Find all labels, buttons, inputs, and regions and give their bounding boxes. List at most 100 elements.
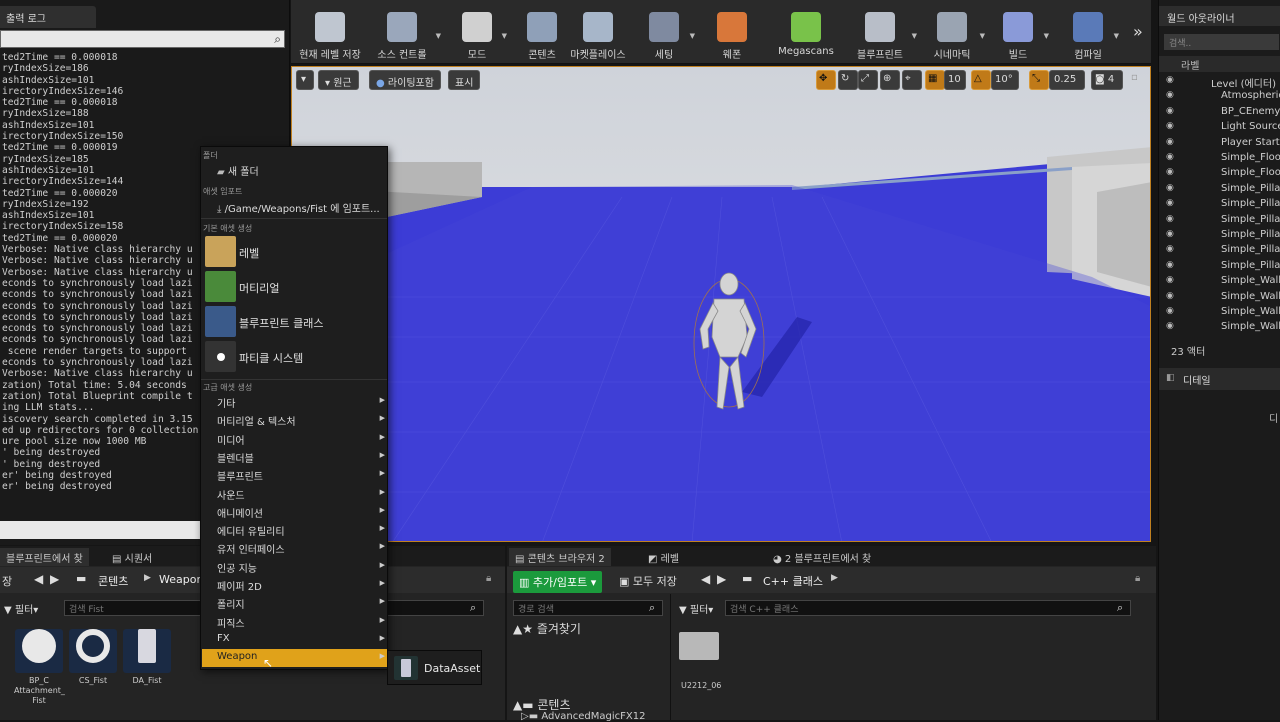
console-command-input[interactable] — [0, 521, 205, 539]
visibility-eye-icon[interactable]: ◉ — [1166, 275, 1174, 285]
scale-snap-icon[interactable]: ⤡ — [1029, 70, 1049, 90]
visibility-eye-icon[interactable]: ◉ — [1166, 214, 1174, 224]
translate-tool-icon[interactable]: ✥ — [816, 70, 836, 90]
advanced-asset-item[interactable]: 에디터 유틸리티 ▶ — [202, 521, 387, 539]
toolbar-settings-button[interactable]: 세팅 ▼ — [637, 8, 695, 61]
toolbar-marketplace-button[interactable]: 마켓플레이스 — [563, 8, 633, 61]
lock-icon[interactable]: 🔒︎ — [486, 573, 491, 584]
visibility-eye-icon[interactable]: ◉ — [1166, 260, 1174, 270]
visibility-eye-icon[interactable]: ◉ — [1166, 167, 1174, 177]
outliner-label-column[interactable]: 라벨 — [1159, 56, 1280, 72]
rotate-tool-icon[interactable]: ↻ — [838, 70, 858, 90]
content-tree-child[interactable]: ▷▬ AdvancedMagicFX12 — [521, 711, 645, 722]
details-tab[interactable]: 디테일 — [1159, 368, 1280, 390]
cb2-path-cpp[interactable]: C++ 클래스 — [763, 573, 823, 589]
asset-tile[interactable]: DA_Fist — [122, 624, 172, 686]
basic-asset-item[interactable]: 파티클 시스템 — [202, 340, 387, 374]
toolbar-cinematics-button[interactable]: 시네마틱 ▼ — [923, 8, 985, 61]
visibility-eye-icon[interactable]: ◉ — [1166, 244, 1174, 254]
toolbar-modes-button[interactable]: 모드 ▼ — [451, 8, 507, 61]
advanced-asset-item[interactable]: 머티리얼 & 텍스처 ▶ — [202, 411, 387, 429]
outliner-row[interactable]: ◉ BP_CEnemy — [1159, 105, 1280, 120]
advanced-asset-item[interactable]: 블렌더블 ▶ — [202, 448, 387, 466]
scale-tool-icon[interactable]: ⤢ — [858, 70, 878, 90]
visibility-eye-icon[interactable]: ◉ — [1166, 137, 1174, 147]
save-label[interactable]: 장 — [2, 573, 12, 589]
outliner-row[interactable]: ◉ Simple_Pillar — [1159, 182, 1280, 197]
outliner-row[interactable]: ◉ Simple_Pillar — [1159, 259, 1280, 274]
basic-asset-item[interactable]: 머티리얼 — [202, 270, 387, 304]
new-folder-item[interactable]: ▰ 새 폴더 — [202, 161, 387, 179]
basic-asset-item[interactable]: 블루프린트 클래스 — [202, 305, 387, 339]
favorites-header[interactable]: ▲★ 즐겨찾기 — [513, 620, 581, 637]
grid-snap-icon[interactable]: ▦ — [925, 70, 945, 90]
advanced-asset-item[interactable]: 블루프린트 ▶ — [202, 466, 387, 484]
outliner-row[interactable]: ◉ Player Start — [1159, 136, 1280, 151]
visibility-eye-icon[interactable]: ◉ — [1166, 106, 1174, 116]
advanced-asset-item[interactable]: 사운드 ▶ — [202, 485, 387, 503]
outliner-row[interactable]: ◉ Simple_Pillar — [1159, 197, 1280, 212]
visibility-eye-icon[interactable]: ◉ — [1166, 121, 1174, 131]
asset-tile[interactable]: CS_Fist — [68, 624, 118, 686]
outliner-search-input[interactable]: 검색.. — [1164, 34, 1279, 50]
outliner-row[interactable]: ◉ Simple_Wall_ — [1159, 305, 1280, 320]
dropdown-arrow-icon[interactable]: ▼ — [1044, 32, 1049, 40]
path-search-input[interactable]: 경로 검색 — [513, 600, 663, 616]
dropdown-arrow-icon[interactable]: ▼ — [1114, 32, 1119, 40]
camera-speed-button[interactable]: ◙ 4 — [1091, 70, 1123, 90]
toolbar-content-button[interactable]: 콘텐츠 — [519, 8, 565, 61]
forward-arrow-icon[interactable]: ▶ — [50, 572, 59, 586]
dropdown-arrow-icon[interactable]: ▼ — [690, 32, 695, 40]
viewport-options-button[interactable]: ▾ — [296, 70, 314, 90]
advanced-asset-item[interactable]: 애니메이션 ▶ — [202, 503, 387, 521]
advanced-asset-item[interactable]: 폴리지 ▶ — [202, 594, 387, 612]
outliner-row[interactable]: ◉ Simple_Floor — [1159, 166, 1280, 181]
basic-asset-item[interactable]: 레벨 — [202, 235, 387, 269]
world-outliner-tab[interactable]: 월드 아웃라이너 — [1159, 6, 1280, 26]
outliner-row[interactable]: ◉ Simple_Pillar — [1159, 243, 1280, 258]
save-all-button[interactable]: ▣ 모두 저장 — [619, 573, 677, 589]
advanced-asset-item[interactable]: 인공 지능 ▶ — [202, 558, 387, 576]
toolbar-compile-button[interactable]: 컴파일 ▼ — [1061, 8, 1119, 61]
toolbar-source-control-button[interactable]: 소스 컨트롤 ▼ — [367, 8, 441, 61]
dropdown-arrow-icon[interactable]: ▼ — [912, 32, 917, 40]
tab-content-browser-2[interactable]: ▤ 콘텐츠 브라우저 2 — [509, 548, 611, 566]
advanced-asset-item[interactable]: 유저 인터페이스 ▶ — [202, 539, 387, 557]
visibility-eye-icon[interactable]: ◉ — [1166, 321, 1174, 331]
path-weapon[interactable]: Weapon — [159, 573, 203, 586]
visibility-eye-icon[interactable]: ◉ — [1166, 183, 1174, 193]
advanced-asset-item[interactable]: 미디어 ▶ — [202, 430, 387, 448]
show-button[interactable]: 표시 — [448, 70, 481, 90]
grid-snap-value[interactable]: 10 — [944, 70, 966, 90]
outliner-row[interactable]: ◉ Level (에디터) — [1159, 74, 1280, 89]
cb2-forward-icon[interactable]: ▶ — [717, 572, 726, 586]
toolbar-megascans-button[interactable]: Megascans — [771, 8, 841, 60]
cb2-filter-button[interactable]: ▼ 필터▾ — [679, 601, 713, 616]
visibility-eye-icon[interactable]: ◉ — [1166, 306, 1174, 316]
asset-tile[interactable]: BP_C Attachment_ Fist — [14, 624, 65, 706]
tab-sequencer[interactable]: ▤ 시퀀서 — [106, 548, 158, 566]
advanced-asset-item[interactable]: FX ▶ — [202, 631, 387, 649]
lit-mode-button[interactable]: ● 라이팅포함 — [369, 70, 441, 90]
filter-button[interactable]: ▼ 필터▾ — [4, 601, 38, 616]
rotation-snap-value[interactable]: 10° — [991, 70, 1019, 90]
visibility-eye-icon[interactable]: ◉ — [1166, 152, 1174, 162]
dropdown-arrow-icon[interactable]: ▼ — [436, 32, 441, 40]
advanced-asset-item[interactable]: 피직스 ▶ — [202, 613, 387, 631]
visibility-eye-icon[interactable]: ◉ — [1166, 90, 1174, 100]
visibility-eye-icon[interactable]: ◉ — [1166, 75, 1174, 85]
add-import-button[interactable]: ▥ 추가/임포트 ▾ — [513, 571, 603, 593]
tab-find-in-blueprints[interactable]: 블루프린트에서 찾 — [0, 548, 89, 566]
visibility-eye-icon[interactable]: ◉ — [1166, 229, 1174, 239]
maximize-viewport-icon[interactable]: ▫ — [1131, 72, 1138, 83]
outliner-row[interactable]: ◉ Light Source — [1159, 120, 1280, 135]
log-search-input[interactable]: ⌕ — [0, 30, 285, 48]
toolbar-blueprint-button[interactable]: 블루프린트 ▼ — [847, 8, 917, 61]
outliner-row[interactable]: ◉ Simple_Pillar — [1159, 228, 1280, 243]
advanced-asset-item[interactable]: 기타 ▶ — [202, 393, 387, 411]
cb2-lock-icon[interactable]: 🔒︎ — [1135, 573, 1140, 584]
outliner-row[interactable]: ◉ Simple_Wall_ — [1159, 320, 1280, 335]
toolbar-more-icon[interactable]: » — [1133, 22, 1143, 41]
output-log-tab[interactable]: 출력 로그 — [0, 6, 96, 28]
splitter[interactable] — [670, 594, 671, 720]
